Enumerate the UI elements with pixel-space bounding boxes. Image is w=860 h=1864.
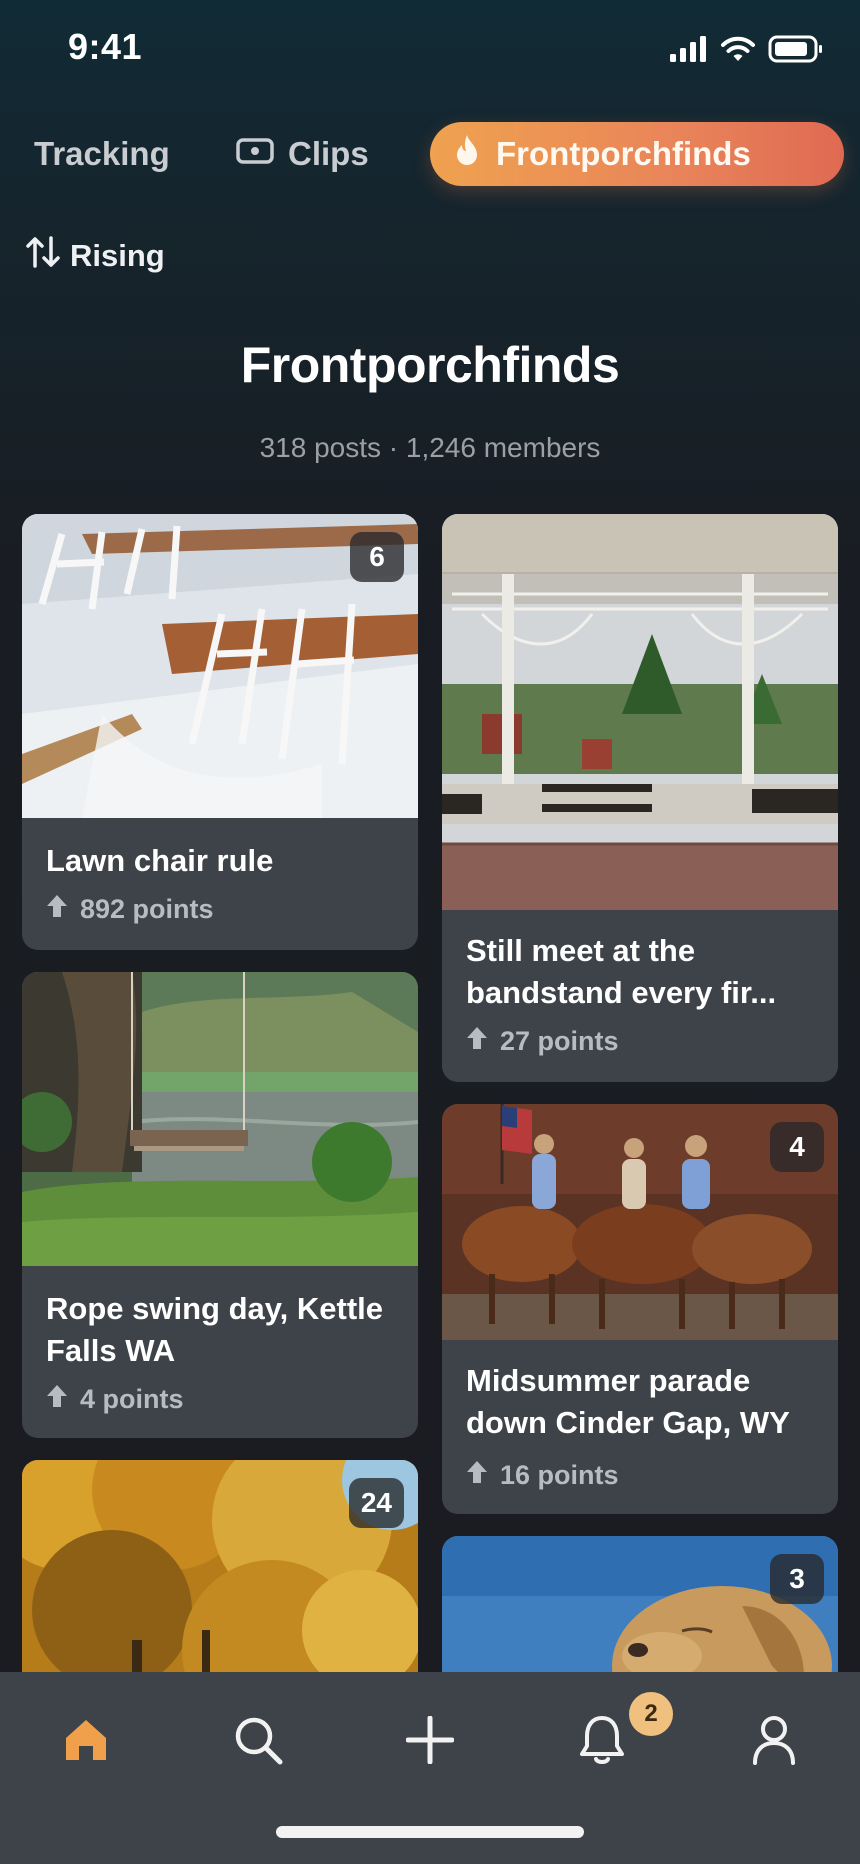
tab-label: Frontporchfinds xyxy=(496,135,751,172)
status-bar: 9:41 xyxy=(0,0,860,100)
tab-tracking[interactable]: Tracking xyxy=(34,122,170,186)
post-title: Still meet at the bandstand every fir... xyxy=(466,933,777,1010)
points-text: 892 points xyxy=(80,894,214,924)
plus-icon xyxy=(405,1715,455,1769)
post-points: 4 points xyxy=(46,1384,184,1415)
nav-profile[interactable] xyxy=(734,1702,814,1782)
bell-icon xyxy=(578,1714,626,1771)
points-text: 27 points xyxy=(500,1026,619,1056)
status-time: 9:41 xyxy=(68,26,143,67)
post-points: 892 points xyxy=(46,894,214,925)
post-title: Midsummer parade down Cinder Gap, WY xyxy=(466,1363,790,1440)
status-icons xyxy=(670,35,824,68)
sort-label: Rising xyxy=(70,238,165,273)
upvote-arrow-icon xyxy=(466,1026,488,1057)
image-count-badge: 4 xyxy=(770,1122,824,1172)
battery-icon xyxy=(768,35,824,68)
post-points: 27 points xyxy=(466,1026,619,1057)
upvote-arrow-icon xyxy=(46,1384,68,1415)
post-card[interactable]: 4 Midsummer parade down Cinder Gap, WY 1… xyxy=(442,1104,838,1514)
flame-icon xyxy=(454,134,480,174)
post-title: Lawn chair rule xyxy=(46,843,274,878)
post-card[interactable]: Rope swing day, Kettle Falls WA 4 points xyxy=(22,972,418,1438)
video-icon xyxy=(236,135,274,173)
points-text: 4 points xyxy=(80,1384,184,1414)
post-image xyxy=(22,972,418,1266)
community-meta: 318 posts · 1,246 members xyxy=(259,432,601,463)
points-text: 16 points xyxy=(500,1460,619,1490)
upvote-arrow-icon xyxy=(466,1460,488,1491)
home-icon xyxy=(62,1716,110,1769)
wifi-icon xyxy=(720,35,756,68)
sort-button[interactable]: Rising xyxy=(26,234,165,278)
cellular-signal-icon xyxy=(670,35,708,67)
image-count-badge: 3 xyxy=(770,1554,824,1604)
post-card[interactable]: 6 Lawn chair rule 892 points xyxy=(22,514,418,950)
post-card[interactable]: Still meet at the bandstand every fir...… xyxy=(442,514,838,1082)
post-image xyxy=(442,514,838,910)
person-icon xyxy=(752,1715,796,1770)
tab-clips[interactable]: Clips xyxy=(236,122,369,186)
tab-label: Clips xyxy=(288,135,369,172)
community-title: Frontporchfinds xyxy=(240,337,620,393)
upvote-arrow-icon xyxy=(46,894,68,925)
tab-label: Tracking xyxy=(34,135,170,172)
nav-home[interactable] xyxy=(46,1702,126,1782)
tab-frontporchfinds[interactable]: Frontporchfinds xyxy=(430,122,844,186)
home-indicator xyxy=(276,1826,584,1838)
search-icon xyxy=(232,1714,284,1771)
image-count-badge: 6 xyxy=(350,532,404,582)
post-title: Rope swing day, Kettle Falls WA xyxy=(46,1291,384,1368)
nav-create[interactable] xyxy=(390,1702,470,1782)
community-tabs: Tracking Clips Frontporchfinds xyxy=(0,122,860,186)
notification-count-badge: 2 xyxy=(629,1692,673,1736)
sort-arrows-icon xyxy=(26,236,60,276)
post-points: 16 points xyxy=(466,1460,619,1491)
nav-search[interactable] xyxy=(218,1702,298,1782)
image-count-badge: 24 xyxy=(348,1478,404,1528)
